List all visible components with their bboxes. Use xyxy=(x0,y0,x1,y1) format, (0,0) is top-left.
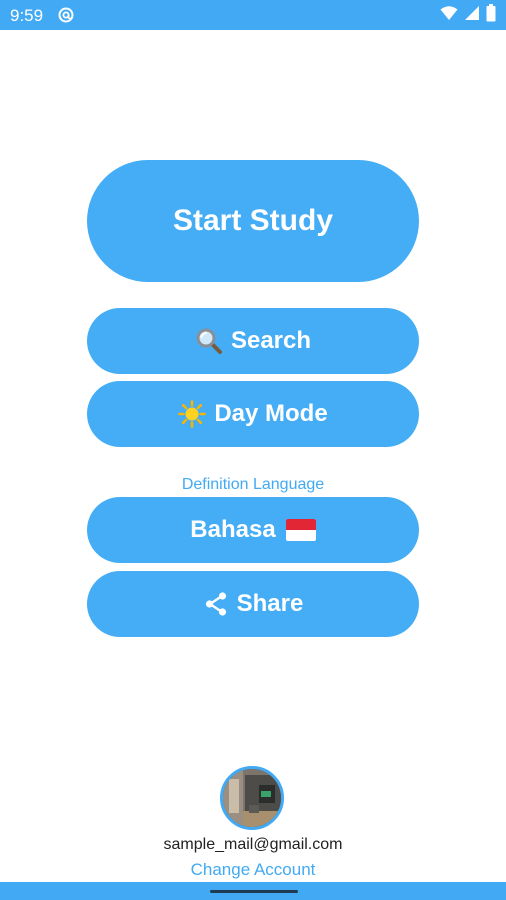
home-gesture-handle[interactable] xyxy=(210,890,298,893)
app-screen: 9:59 Start Study Search Day Mode Definit… xyxy=(0,0,506,900)
sun-icon xyxy=(178,400,207,428)
wifi-icon xyxy=(440,5,458,26)
indonesia-flag-icon xyxy=(285,519,316,541)
day-mode-button[interactable]: Day Mode xyxy=(87,381,419,447)
search-label: Search xyxy=(230,327,312,354)
at-sign-icon xyxy=(58,7,74,23)
start-study-button[interactable]: Start Study xyxy=(87,160,419,282)
change-account-link[interactable]: Change Account xyxy=(0,860,506,880)
status-bar: 9:59 xyxy=(0,0,506,30)
battery-icon xyxy=(486,3,496,27)
account-email: sample_mail@gmail.com xyxy=(163,836,343,853)
magnifier-icon xyxy=(195,327,223,355)
start-study-label: Start Study xyxy=(172,204,334,237)
definition-language-label: Definition Language xyxy=(181,476,325,493)
status-time: 9:59 xyxy=(10,6,44,25)
status-icons xyxy=(440,3,496,27)
day-mode-label: Day Mode xyxy=(214,400,328,427)
signal-icon xyxy=(464,5,480,26)
language-label: Bahasa xyxy=(190,516,276,543)
share-label: Share xyxy=(236,590,304,617)
avatar[interactable] xyxy=(220,766,284,830)
navigation-bar xyxy=(0,882,506,900)
search-button[interactable]: Search xyxy=(87,308,419,374)
share-icon xyxy=(203,591,229,617)
share-button[interactable]: Share xyxy=(87,571,419,637)
language-button[interactable]: Bahasa xyxy=(87,497,419,563)
